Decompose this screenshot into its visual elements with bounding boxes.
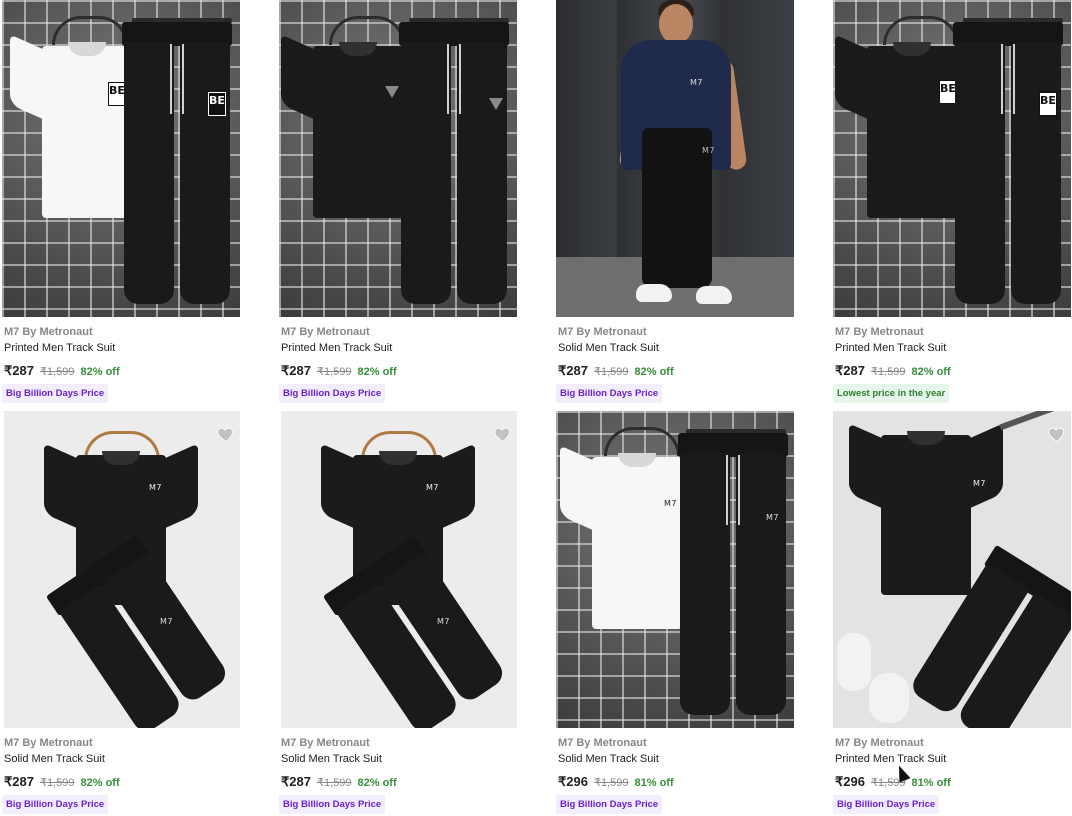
- selling-price: ₹287: [4, 363, 34, 378]
- product-image[interactable]: M7 M7: [281, 411, 517, 728]
- product-image[interactable]: M7 M7: [4, 411, 240, 728]
- offer-badge: Big Billion Days Price: [2, 795, 109, 814]
- m7-print-logo: M7: [664, 499, 677, 508]
- product-brand: M7 By Metronaut: [558, 326, 647, 338]
- discount-label: 82% off: [80, 366, 120, 378]
- product-image[interactable]: BE BE: [2, 0, 240, 317]
- joggers-graphic: [953, 22, 1063, 307]
- discount-label: 82% off: [357, 777, 397, 789]
- product-image[interactable]: M7 M7: [556, 411, 794, 728]
- product-image[interactable]: [279, 0, 517, 317]
- price-row: ₹287 ₹1,599 82% off: [281, 363, 397, 379]
- product-title[interactable]: Solid Men Track Suit: [558, 342, 659, 354]
- selling-price: ₹287: [4, 774, 34, 789]
- offer-badge: Big Billion Days Price: [279, 384, 386, 403]
- sneaker-icon: [696, 286, 732, 304]
- selling-price: ₹296: [835, 774, 865, 789]
- m7-print-logo: M7: [437, 617, 450, 626]
- product-image[interactable]: M7 M7: [556, 0, 794, 317]
- product-brand: M7 By Metronaut: [835, 737, 924, 749]
- triangle-print-logo: [489, 98, 503, 110]
- original-price: ₹1,599: [39, 366, 75, 378]
- price-row: ₹296 ₹1,599 81% off: [558, 774, 674, 790]
- selling-price: ₹296: [558, 774, 588, 789]
- product-brand: M7 By Metronaut: [281, 326, 370, 338]
- original-price: ₹1,599: [316, 366, 352, 378]
- m7-print-logo: M7: [766, 513, 779, 522]
- selling-price: ₹287: [281, 363, 311, 378]
- product-image[interactable]: BE BE: [833, 0, 1071, 317]
- product-brand: M7 By Metronaut: [281, 737, 370, 749]
- joggers-graphic: [399, 22, 509, 307]
- triangle-print-logo: [385, 86, 399, 98]
- price-row: ₹287 ₹1,599 82% off: [4, 774, 120, 790]
- discount-label: 82% off: [357, 366, 397, 378]
- price-row: ₹287 ₹1,599 82% off: [4, 363, 120, 379]
- original-price: ₹1,599: [870, 366, 906, 378]
- product-brand: M7 By Metronaut: [4, 326, 93, 338]
- product-brand: M7 By Metronaut: [835, 326, 924, 338]
- sneaker-icon: [869, 673, 909, 723]
- discount-label: 81% off: [634, 777, 674, 789]
- discount-label: 82% off: [911, 366, 951, 378]
- joggers-graphic: [122, 22, 232, 307]
- m7-print-logo: M7: [690, 78, 703, 87]
- wishlist-heart-icon[interactable]: [216, 424, 236, 444]
- sneaker-icon: [636, 284, 672, 302]
- product-title[interactable]: Printed Men Track Suit: [281, 342, 392, 354]
- original-price: ₹1,599: [593, 777, 629, 789]
- price-row: ₹287 ₹1,599 82% off: [281, 774, 397, 790]
- price-row: ₹287 ₹1,599 82% off: [835, 363, 951, 379]
- model-head: [659, 4, 693, 44]
- offer-badge: Big Billion Days Price: [556, 384, 663, 403]
- m7-print-logo: M7: [426, 483, 439, 492]
- discount-label: 81% off: [911, 777, 951, 789]
- wishlist-heart-icon[interactable]: [1047, 424, 1067, 444]
- selling-price: ₹287: [558, 363, 588, 378]
- wishlist-heart-icon[interactable]: [493, 424, 513, 444]
- product-title[interactable]: Printed Men Track Suit: [4, 342, 115, 354]
- original-price: ₹1,599: [316, 777, 352, 789]
- product-image[interactable]: M7: [833, 411, 1071, 728]
- product-brand: M7 By Metronaut: [558, 737, 647, 749]
- product-title[interactable]: Solid Men Track Suit: [281, 753, 382, 765]
- selling-price: ₹287: [281, 774, 311, 789]
- product-brand: M7 By Metronaut: [4, 737, 93, 749]
- selling-price: ₹287: [835, 363, 865, 378]
- discount-label: 82% off: [634, 366, 674, 378]
- offer-badge: Big Billion Days Price: [556, 795, 663, 814]
- original-price: ₹1,599: [593, 366, 629, 378]
- m7-print-logo: M7: [160, 617, 173, 626]
- discount-label: 82% off: [80, 777, 120, 789]
- price-row: ₹296 ₹1,599 81% off: [835, 774, 951, 790]
- offer-badge: Big Billion Days Price: [833, 795, 940, 814]
- offer-badge: Big Billion Days Price: [2, 384, 109, 403]
- sneaker-icon: [837, 633, 871, 691]
- m7-print-logo: M7: [149, 483, 162, 492]
- be-print-logo: BE: [1039, 92, 1057, 116]
- joggers-graphic: [678, 433, 788, 718]
- product-title[interactable]: Printed Men Track Suit: [835, 753, 946, 765]
- m7-print-logo: M7: [702, 146, 715, 155]
- product-title[interactable]: Solid Men Track Suit: [558, 753, 659, 765]
- original-price: ₹1,599: [39, 777, 75, 789]
- product-title[interactable]: Solid Men Track Suit: [4, 753, 105, 765]
- offer-badge: Big Billion Days Price: [279, 795, 386, 814]
- price-row: ₹287 ₹1,599 82% off: [558, 363, 674, 379]
- m7-print-logo: M7: [973, 479, 986, 488]
- product-title[interactable]: Printed Men Track Suit: [835, 342, 946, 354]
- offer-badge: Lowest price in the year: [833, 384, 950, 403]
- be-print-logo: BE: [208, 92, 226, 116]
